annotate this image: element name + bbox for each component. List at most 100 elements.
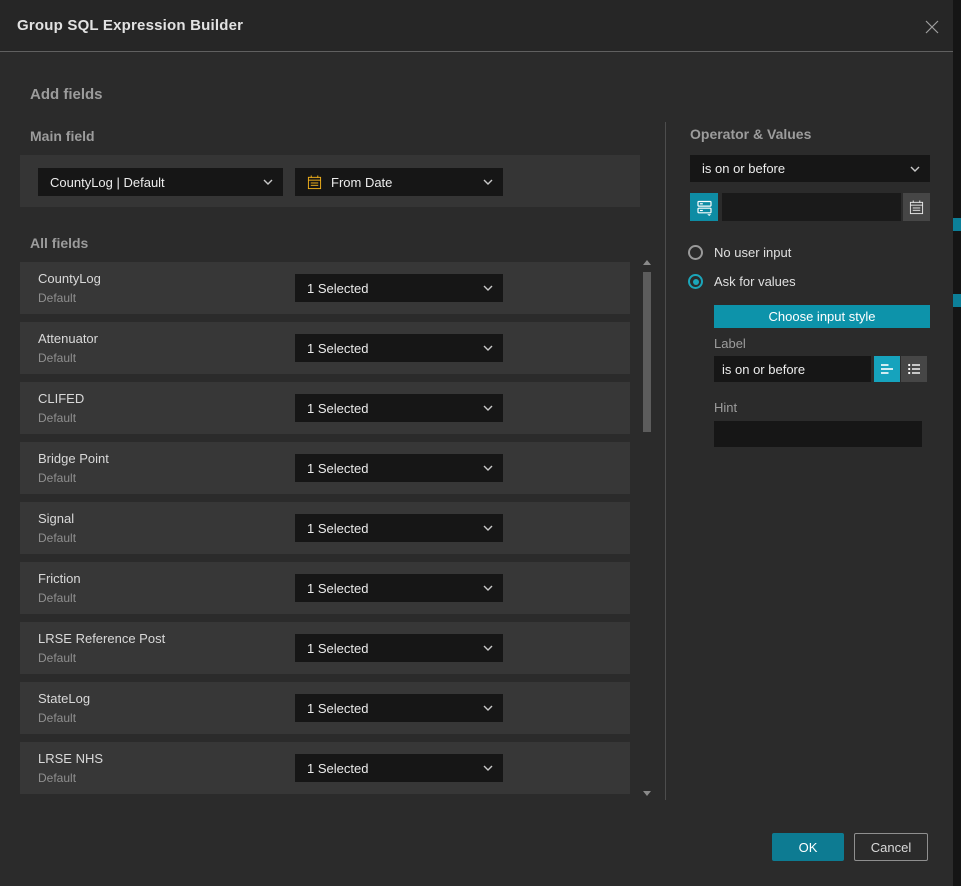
radio-no-user-input[interactable]: No user input [688, 245, 791, 260]
chevron-down-icon [483, 179, 493, 185]
bullet-list-icon [906, 361, 922, 377]
align-left-icon [879, 361, 895, 377]
background-app-strip [953, 0, 961, 886]
field-values-select[interactable]: 1 Selected [295, 394, 503, 422]
field-row: Friction Default 1 Selected [20, 562, 630, 614]
chevron-down-icon [483, 285, 493, 291]
field-row: CLIFED Default 1 Selected [20, 382, 630, 434]
field-values-select-value: 1 Selected [307, 341, 483, 356]
scroll-up-icon[interactable] [643, 260, 651, 265]
field-name: LRSE NHS [38, 751, 103, 766]
label-caption: Label [714, 336, 746, 351]
field-values-select[interactable]: 1 Selected [295, 334, 503, 362]
field-row: Attenuator Default 1 Selected [20, 322, 630, 374]
chevron-down-icon [910, 166, 920, 172]
close-icon[interactable] [921, 16, 943, 38]
hint-input[interactable] [714, 421, 922, 447]
field-values-select-value: 1 Selected [307, 401, 483, 416]
field-values-select-value: 1 Selected [307, 761, 483, 776]
scroll-down-icon[interactable] [643, 791, 651, 796]
scrollbar-thumb[interactable] [643, 272, 651, 432]
chevron-down-icon [263, 179, 273, 185]
field-subtitle: Default [38, 351, 76, 365]
field-name: StateLog [38, 691, 90, 706]
field-values-select[interactable]: 1 Selected [295, 634, 503, 662]
dialog-titlebar: Group SQL Expression Builder [0, 0, 953, 52]
field-values-select-value: 1 Selected [307, 581, 483, 596]
field-values-select[interactable]: 1 Selected [295, 514, 503, 542]
field-values-select[interactable]: 1 Selected [295, 754, 503, 782]
field-row: StateLog Default 1 Selected [20, 682, 630, 734]
radio-circle-icon [688, 274, 703, 289]
group-sql-expression-builder-dialog: Group SQL Expression Builder Add fields … [0, 0, 953, 886]
list-scrollbar[interactable] [643, 256, 652, 802]
main-field-box: CountyLog | Default From Date [20, 155, 640, 207]
chevron-down-icon [483, 705, 493, 711]
field-values-select[interactable]: 1 Selected [295, 574, 503, 602]
field-name: Attenuator [38, 331, 98, 346]
operator-select[interactable]: is on or before [690, 155, 930, 182]
field-name: CountyLog [38, 271, 101, 286]
field-subtitle: Default [38, 711, 76, 725]
field-subtitle: Default [38, 411, 76, 425]
chevron-down-icon [483, 525, 493, 531]
field-values-select-value: 1 Selected [307, 521, 483, 536]
field-subtitle: Default [38, 591, 76, 605]
main-field-select[interactable]: From Date [295, 168, 503, 196]
calendar-icon [909, 200, 924, 215]
main-field-label: Main field [30, 128, 95, 144]
operator-values-heading: Operator & Values [690, 126, 811, 142]
choose-input-style-button[interactable]: Choose input style [714, 305, 930, 328]
field-row: Bridge Point Default 1 Selected [20, 442, 630, 494]
field-values-select-value: 1 Selected [307, 461, 483, 476]
field-row: CountyLog Default 1 Selected [20, 262, 630, 314]
chevron-down-icon [483, 405, 493, 411]
field-row: Signal Default 1 Selected [20, 502, 630, 554]
field-name: Friction [38, 571, 81, 586]
field-values-select[interactable]: 1 Selected [295, 454, 503, 482]
radio-label: No user input [714, 245, 791, 260]
layer-select-value: CountyLog | Default [50, 175, 263, 190]
chevron-down-icon [483, 345, 493, 351]
layer-select[interactable]: CountyLog | Default [38, 168, 283, 196]
chevron-down-icon [483, 585, 493, 591]
cancel-button[interactable]: Cancel [854, 833, 928, 861]
radio-ask-for-values[interactable]: Ask for values [688, 274, 796, 289]
field-values-select[interactable]: 1 Selected [295, 274, 503, 302]
hint-caption: Hint [714, 400, 737, 415]
background-accent-fragment [953, 218, 961, 231]
chevron-down-icon [483, 765, 493, 771]
date-value-input[interactable] [722, 193, 901, 221]
field-values-select[interactable]: 1 Selected [295, 694, 503, 722]
unique-values-button[interactable] [690, 193, 718, 221]
field-subtitle: Default [38, 771, 76, 785]
add-fields-heading: Add fields [30, 86, 103, 103]
label-input[interactable] [714, 356, 871, 382]
chevron-down-icon [483, 465, 493, 471]
unique-values-icon [696, 199, 713, 216]
radio-circle-icon [688, 245, 703, 260]
chevron-down-icon [483, 645, 493, 651]
field-name: Signal [38, 511, 74, 526]
list-input-style-button[interactable] [901, 356, 927, 382]
operator-select-value: is on or before [702, 161, 910, 176]
ok-button[interactable]: OK [772, 833, 844, 861]
field-subtitle: Default [38, 651, 76, 665]
text-input-style-button[interactable] [874, 356, 900, 382]
all-fields-label: All fields [30, 235, 88, 251]
main-field-select-value: From Date [331, 175, 483, 190]
field-row: LRSE NHS Default 1 Selected [20, 742, 630, 794]
calendar-icon [307, 175, 322, 190]
field-row: LRSE Reference Post Default 1 Selected [20, 622, 630, 674]
background-accent-fragment [953, 294, 961, 307]
date-picker-button[interactable] [903, 193, 930, 221]
field-name: LRSE Reference Post [38, 631, 165, 646]
field-subtitle: Default [38, 291, 76, 305]
field-values-select-value: 1 Selected [307, 281, 483, 296]
panel-divider [665, 122, 666, 800]
field-values-select-value: 1 Selected [307, 641, 483, 656]
field-subtitle: Default [38, 531, 76, 545]
field-name: CLIFED [38, 391, 84, 406]
field-name: Bridge Point [38, 451, 109, 466]
field-subtitle: Default [38, 471, 76, 485]
